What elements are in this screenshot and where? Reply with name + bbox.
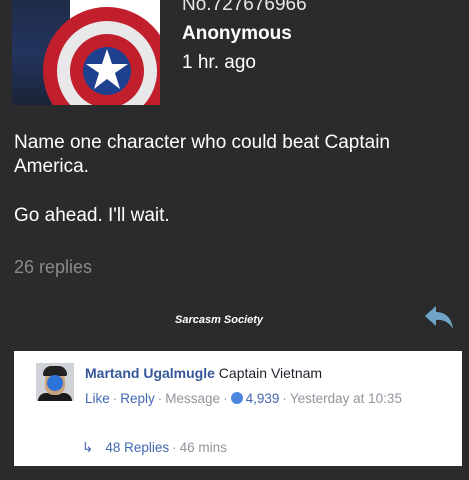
post-followup: Go ahead. I'll wait.: [14, 205, 170, 226]
reply-arrow-icon[interactable]: [423, 303, 455, 331]
watermark: Sarcasm Society: [175, 314, 264, 326]
anonymous-post: No.727676966 Anonymous 1 hr. ago Name on…: [0, 0, 469, 343]
post-thumbnail[interactable]: [12, 0, 160, 105]
post-replies-count[interactable]: 26 replies: [14, 257, 92, 278]
replies-age: 46 mins: [179, 440, 227, 455]
like-icon: [230, 392, 243, 404]
post-id: No.727676966: [182, 0, 307, 15]
post-question: Name one character who could beat Captai…: [14, 132, 391, 177]
post-author: Anonymous: [182, 23, 292, 44]
comment-timestamp[interactable]: Yesterday at 10:35: [290, 391, 402, 406]
comment-text: Captain Vietnam: [218, 365, 323, 381]
reply-button[interactable]: Reply: [120, 391, 155, 406]
reply-arrow-icon: ↳: [82, 440, 94, 455]
comment-author[interactable]: Martand Ugalmugle: [85, 365, 215, 381]
avatar[interactable]: [36, 363, 74, 401]
shield-icon: [43, 7, 160, 105]
view-replies-link[interactable]: 48 Replies: [105, 440, 169, 455]
comment-actions: Like · Reply · Message · 4,939 · Yesterday at 10…: [85, 391, 402, 406]
post-time: 1 hr. ago: [182, 52, 256, 73]
face-blur-icon: [47, 375, 63, 391]
comment-replies[interactable]: ↳ 48 Replies · 46 mins: [82, 440, 227, 456]
message-button[interactable]: Message: [165, 391, 220, 406]
like-count[interactable]: 4,939: [246, 391, 280, 406]
like-button[interactable]: Like: [85, 391, 110, 406]
facebook-comment: Martand Ugalmugle Captain Vietnam Like · R…: [14, 351, 462, 466]
